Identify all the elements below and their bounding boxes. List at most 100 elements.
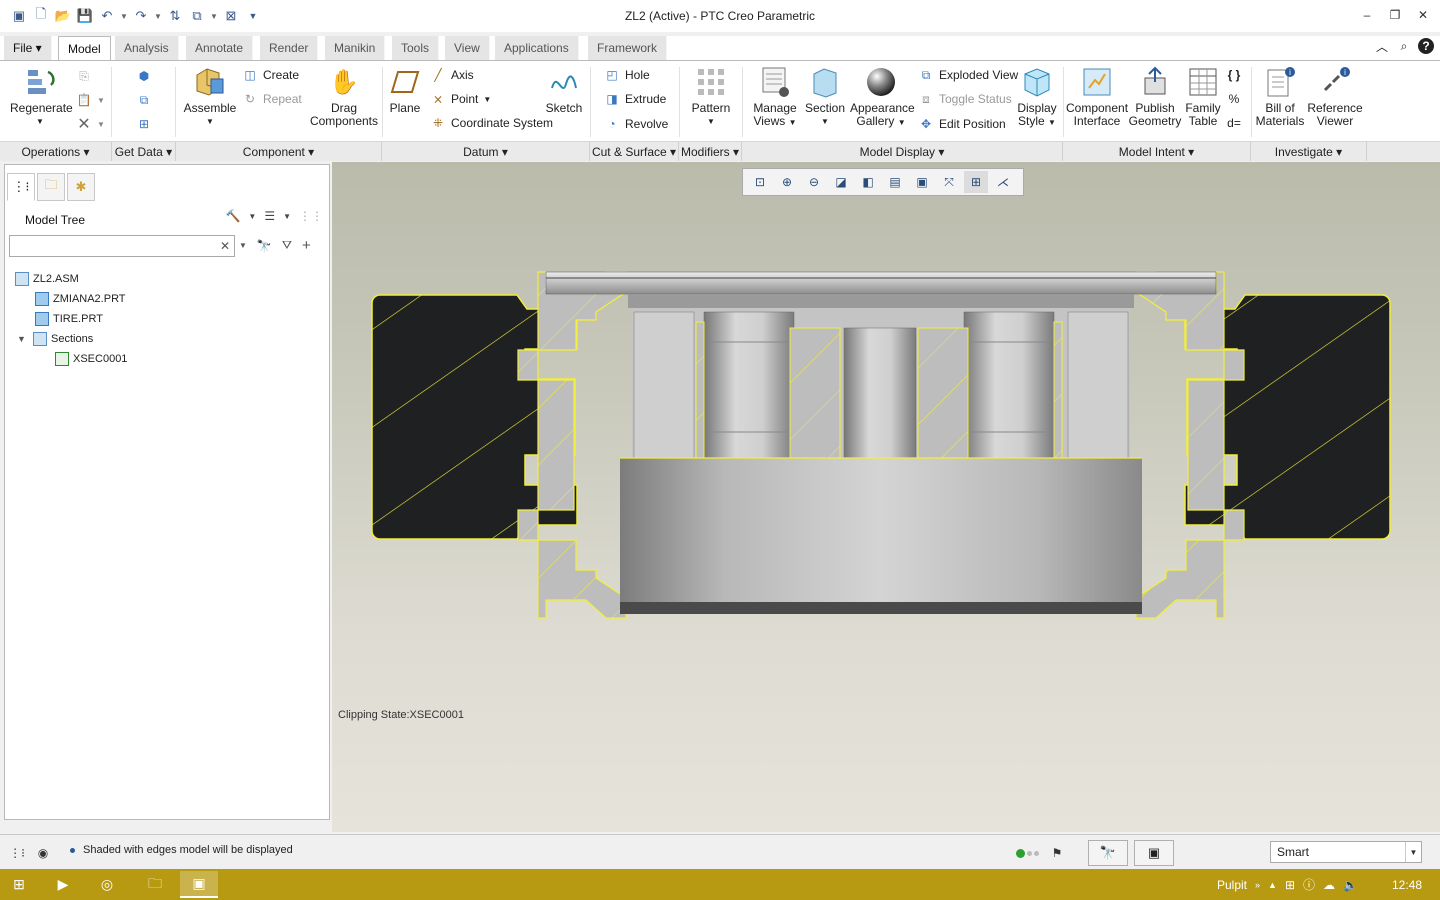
create-button[interactable]: ◫ Create — [242, 66, 299, 84]
tree-item-zmiana2-prt[interactable]: ZMIANA2.PRT — [15, 289, 127, 309]
paste-button[interactable]: 📋 ▼ — [76, 91, 105, 109]
copy-button[interactable]: ⎘ — [76, 67, 92, 85]
tab-model[interactable]: Model — [58, 36, 111, 60]
user-defined-feature-button[interactable]: ⬢ — [136, 67, 152, 85]
chrome-icon[interactable]: ◎ — [88, 871, 126, 898]
toggle-status-button[interactable]: ⧈ Toggle Status — [918, 90, 1012, 108]
display-style-button[interactable]: Display Style ▼ — [1014, 65, 1060, 129]
drag-components-button[interactable]: ✋ Drag Components — [308, 65, 380, 128]
tab-framework[interactable]: Framework — [588, 36, 668, 60]
group-model-intent[interactable]: Model Intent ▾ — [1063, 141, 1251, 161]
delete-button[interactable]: ✕ ▼ — [76, 115, 105, 133]
restore-icon[interactable]: ❐ — [1386, 6, 1404, 24]
toggle-browser-icon[interactable]: ◉ — [32, 842, 54, 864]
appearance-gallery-button[interactable]: Appearance Gallery ▼ — [850, 65, 915, 129]
group-get-data[interactable]: Get Data ▾ — [112, 141, 176, 161]
expand-toggle-icon[interactable]: ▼ — [17, 334, 29, 344]
help-icon[interactable]: ? — [1418, 38, 1434, 54]
tab-view[interactable]: View — [445, 36, 490, 60]
location-chevron-icon[interactable]: » — [1255, 880, 1260, 890]
publish-geometry-button[interactable]: Publish Geometry — [1128, 65, 1182, 128]
filter-icon[interactable]: ⛛ — [282, 238, 292, 253]
favorites-tab-icon[interactable]: ✱ — [67, 173, 95, 201]
tab-tools[interactable]: Tools — [392, 36, 440, 60]
switch-dimensions-button[interactable]: d= — [1226, 114, 1242, 132]
coordinate-system-button[interactable]: ⁜ Coordinate System — [430, 114, 553, 132]
tray-up-arrow-icon[interactable]: ▲ — [1268, 880, 1277, 890]
tree-item-sections[interactable]: ▼ Sections — [15, 329, 127, 349]
search-icon[interactable]: ⌕ — [1396, 38, 1412, 54]
plane-button[interactable]: Plane — [386, 65, 424, 115]
tab-file[interactable]: File ▾ — [4, 36, 52, 60]
axis-button[interactable]: ╱ Axis — [430, 66, 473, 84]
selection-buffer-button[interactable]: ▣ — [1134, 840, 1174, 866]
tree-item-tire-prt[interactable]: TIRE.PRT — [15, 309, 127, 329]
tab-render[interactable]: Render — [260, 36, 319, 60]
add-icon[interactable]: + — [302, 237, 311, 254]
tree-settings-icon[interactable]: 🔨 — [225, 209, 240, 223]
find-button[interactable]: 🔭 — [1088, 840, 1128, 866]
folder-browser-tab-icon[interactable]: 🗀 — [37, 173, 65, 201]
clear-search-icon[interactable]: ✕ — [220, 239, 230, 253]
show-icon[interactable]: ☰ — [264, 209, 275, 223]
tree-settings-dropdown-icon[interactable]: ▼ — [248, 212, 256, 221]
model-tree-tab-icon[interactable]: ⋮⁝ — [7, 173, 35, 201]
close-icon[interactable]: ✕ — [1414, 6, 1432, 24]
media-player-icon[interactable]: ▶ — [44, 871, 82, 898]
revolve-button[interactable]: ◔ Revolve — [604, 115, 668, 133]
search-dropdown-icon[interactable]: ▼ — [239, 241, 247, 250]
edit-position-button[interactable]: ✥ Edit Position — [918, 115, 1006, 133]
windows-flag-icon[interactable]: ⊞ — [1285, 878, 1295, 892]
extrude-button[interactable]: ◨ Extrude — [604, 90, 666, 108]
model-tree-search-input[interactable]: ✕ — [9, 235, 235, 257]
file-explorer-icon[interactable]: 🗀 — [136, 871, 174, 898]
group-component[interactable]: Component ▾ — [176, 141, 382, 161]
family-table-button[interactable]: Family Table — [1182, 65, 1224, 128]
group-investigate[interactable]: Investigate ▾ — [1251, 141, 1367, 161]
repeat-button[interactable]: ↻ Repeat — [242, 90, 302, 108]
bill-of-materials-button[interactable]: i Bill of Materials — [1254, 65, 1306, 128]
creo-taskbar-icon[interactable]: ▣ — [180, 871, 218, 898]
relations-button[interactable]: { } — [1226, 66, 1242, 84]
desktop-location-label[interactable]: Pulpit — [1217, 878, 1247, 892]
group-datum[interactable]: Datum ▾ — [382, 141, 590, 161]
parameters-button[interactable]: % — [1226, 90, 1242, 108]
selection-filter-select[interactable]: Smart ▼ — [1270, 841, 1422, 863]
group-operations[interactable]: Operations ▾ — [0, 141, 112, 161]
tab-annotate[interactable]: Annotate — [186, 36, 254, 60]
tab-analysis[interactable]: Analysis — [115, 36, 179, 60]
tree-item-xsec0001[interactable]: XSEC0001 — [15, 349, 127, 369]
copy-geometry-button[interactable]: ⧉ — [136, 91, 152, 109]
point-button[interactable]: ⨯ Point ▼ — [430, 90, 491, 108]
flag-icon[interactable]: ⚑ — [1046, 842, 1068, 864]
show-dropdown-icon[interactable]: ▼ — [283, 212, 291, 221]
tree-columns-icon[interactable]: ⋮⋮ — [299, 209, 323, 223]
find-binoculars-icon[interactable]: 🔭 — [257, 239, 272, 253]
pattern-button[interactable]: Pattern ▼ — [688, 65, 734, 128]
volume-icon[interactable]: 🔈 — [1343, 878, 1358, 892]
collapse-ribbon-icon[interactable]: ︿ — [1374, 38, 1390, 54]
toggle-navigator-icon[interactable]: ⋮⁝ — [6, 842, 28, 864]
regenerate-button[interactable]: Regenerate ▼ — [10, 65, 73, 128]
merge-button[interactable]: ⊞ — [136, 115, 152, 133]
group-model-display[interactable]: Model Display ▾ — [742, 141, 1063, 161]
exploded-view-button[interactable]: ⧉ Exploded View — [918, 66, 1018, 84]
tab-applications[interactable]: Applications — [495, 36, 579, 60]
group-modifiers[interactable]: Modifiers ▾ — [679, 141, 742, 161]
reference-viewer-button[interactable]: i Reference Viewer — [1306, 65, 1364, 128]
minimize-icon[interactable]: – — [1358, 6, 1376, 24]
assemble-button[interactable]: Assemble ▼ — [180, 65, 240, 128]
manage-views-button[interactable]: Manage Views ▼ — [750, 65, 800, 129]
clock[interactable]: 12:48 — [1392, 878, 1422, 892]
component-interface-button[interactable]: Component Interface — [1066, 65, 1128, 128]
group-cut-surface[interactable]: Cut & Surface ▾ — [590, 141, 679, 161]
section-button[interactable]: Section ▼ — [804, 65, 846, 128]
graphics-window[interactable]: ⊡ ⊕ ⊖ ◪ ◧ ▤ ▣ ⤧ ⊞ ⋌ Clipping State:XSEC0… — [332, 162, 1440, 832]
sketch-button[interactable]: Sketch — [544, 65, 584, 115]
weather-icon[interactable]: ☁ — [1323, 878, 1335, 892]
regeneration-status-icon[interactable] — [1012, 842, 1042, 864]
tab-manikin[interactable]: Manikin — [325, 36, 386, 60]
hole-button[interactable]: ◰ Hole — [604, 66, 649, 84]
windows-start-icon[interactable]: ⊞ — [0, 871, 38, 898]
info-icon[interactable]: ⓘ — [1303, 876, 1315, 893]
